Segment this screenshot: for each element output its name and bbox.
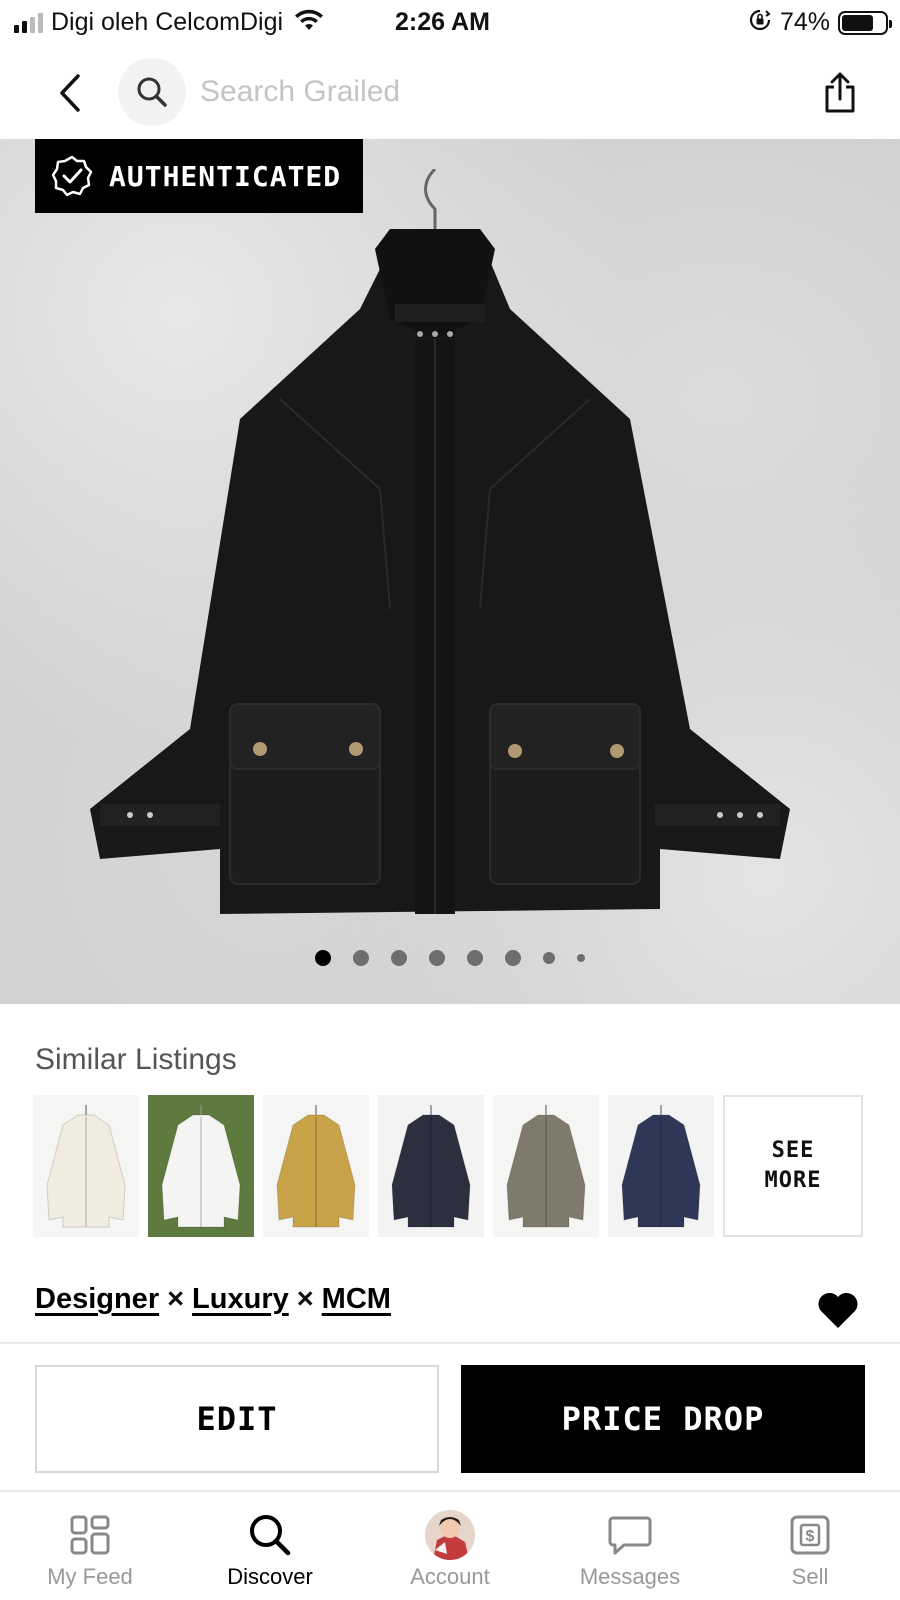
favorite-button[interactable] bbox=[816, 1290, 860, 1335]
designer-links: Designer × Luxury × MCM bbox=[35, 1283, 391, 1316]
carousel-dot[interactable] bbox=[467, 950, 483, 966]
grid-icon bbox=[70, 1515, 110, 1555]
carousel-dot[interactable] bbox=[429, 950, 445, 966]
similar-listing-thumbnail[interactable] bbox=[378, 1095, 484, 1237]
designer-separator: × bbox=[296, 1283, 314, 1315]
tab-label: Account bbox=[410, 1564, 490, 1589]
authenticated-badge[interactable]: AUTHENTICATED bbox=[35, 139, 363, 213]
avatar bbox=[425, 1510, 475, 1560]
search-button[interactable] bbox=[118, 58, 186, 126]
battery-icon bbox=[838, 10, 892, 35]
similar-listing-thumbnail[interactable] bbox=[608, 1095, 714, 1237]
authenticated-label: AUTHENTICATED bbox=[109, 159, 342, 193]
similar-listing-thumbnail[interactable] bbox=[493, 1095, 599, 1237]
battery-percent: 74% bbox=[779, 8, 830, 36]
designer-separator: × bbox=[167, 1283, 185, 1315]
clock: 2:26 AM bbox=[395, 8, 490, 36]
similar-listings-title: Similar Listings bbox=[35, 1043, 237, 1076]
tab-sell[interactable]: $ Sell bbox=[720, 1494, 900, 1600]
share-button[interactable] bbox=[818, 68, 862, 118]
carousel-dot[interactable] bbox=[353, 950, 369, 966]
tab-account[interactable]: Account bbox=[360, 1494, 540, 1600]
product-image-carousel[interactable]: AUTHENTICATED bbox=[0, 139, 900, 1004]
search-header bbox=[0, 50, 900, 138]
carrier-name: Digi oleh CelcomDigi bbox=[51, 8, 284, 36]
signal-strength-icon bbox=[14, 12, 43, 33]
edit-button[interactable]: EDIT bbox=[35, 1365, 439, 1473]
chat-bubble-icon bbox=[608, 1516, 652, 1555]
see-more-line2: MORE bbox=[764, 1168, 822, 1193]
tab-label: Messages bbox=[579, 1564, 681, 1589]
share-icon bbox=[825, 72, 855, 113]
tab-label: Sell bbox=[791, 1564, 829, 1589]
see-more-button[interactable]: SEE MORE bbox=[723, 1095, 863, 1237]
designer-link-luxury[interactable]: Luxury bbox=[192, 1283, 289, 1316]
carousel-dot[interactable] bbox=[543, 952, 555, 964]
carousel-dot[interactable] bbox=[505, 950, 521, 966]
carousel-dot[interactable] bbox=[577, 954, 585, 962]
wifi-icon bbox=[293, 8, 325, 37]
similar-listings-row: SEE MORE bbox=[33, 1095, 863, 1237]
designer-link-mcm[interactable]: MCM bbox=[322, 1283, 391, 1316]
similar-listing-thumbnail[interactable] bbox=[263, 1095, 369, 1237]
action-bar: EDIT PRICE DROP bbox=[0, 1342, 900, 1492]
status-bar: Digi oleh CelcomDigi 2:26 AM 74% bbox=[0, 0, 900, 46]
product-photo bbox=[90, 169, 790, 914]
chevron-left-icon bbox=[60, 74, 80, 112]
tab-my-feed[interactable]: My Feed bbox=[0, 1494, 180, 1600]
similar-listing-thumbnail[interactable] bbox=[148, 1095, 254, 1237]
tab-bar: My Feed Discover Account Messages $ Sell bbox=[0, 1494, 900, 1600]
designer-link-designer[interactable]: Designer bbox=[35, 1283, 159, 1316]
search-input[interactable] bbox=[200, 70, 760, 114]
tab-messages[interactable]: Messages bbox=[540, 1494, 720, 1600]
orientation-lock-icon bbox=[748, 8, 772, 37]
carousel-dot[interactable] bbox=[391, 950, 407, 966]
carousel-dot[interactable] bbox=[315, 950, 331, 966]
similar-listing-thumbnail[interactable] bbox=[33, 1095, 139, 1237]
status-left: Digi oleh CelcomDigi bbox=[14, 8, 325, 37]
tab-label: My Feed bbox=[47, 1564, 133, 1589]
tab-label: Discover bbox=[227, 1564, 313, 1589]
search-icon bbox=[137, 77, 167, 107]
carousel-pagination bbox=[0, 950, 900, 966]
tab-discover[interactable]: Discover bbox=[180, 1494, 360, 1600]
status-right: 74% bbox=[748, 8, 892, 37]
verified-badge-icon bbox=[51, 155, 93, 197]
price-drop-button[interactable]: PRICE DROP bbox=[461, 1365, 865, 1473]
see-more-line1: SEE bbox=[771, 1138, 815, 1163]
dollar-tag-icon: $ bbox=[790, 1515, 830, 1555]
search-icon bbox=[250, 1515, 291, 1556]
back-button[interactable] bbox=[50, 68, 90, 118]
heart-icon bbox=[818, 1292, 858, 1328]
svg-text:$: $ bbox=[806, 1528, 815, 1545]
